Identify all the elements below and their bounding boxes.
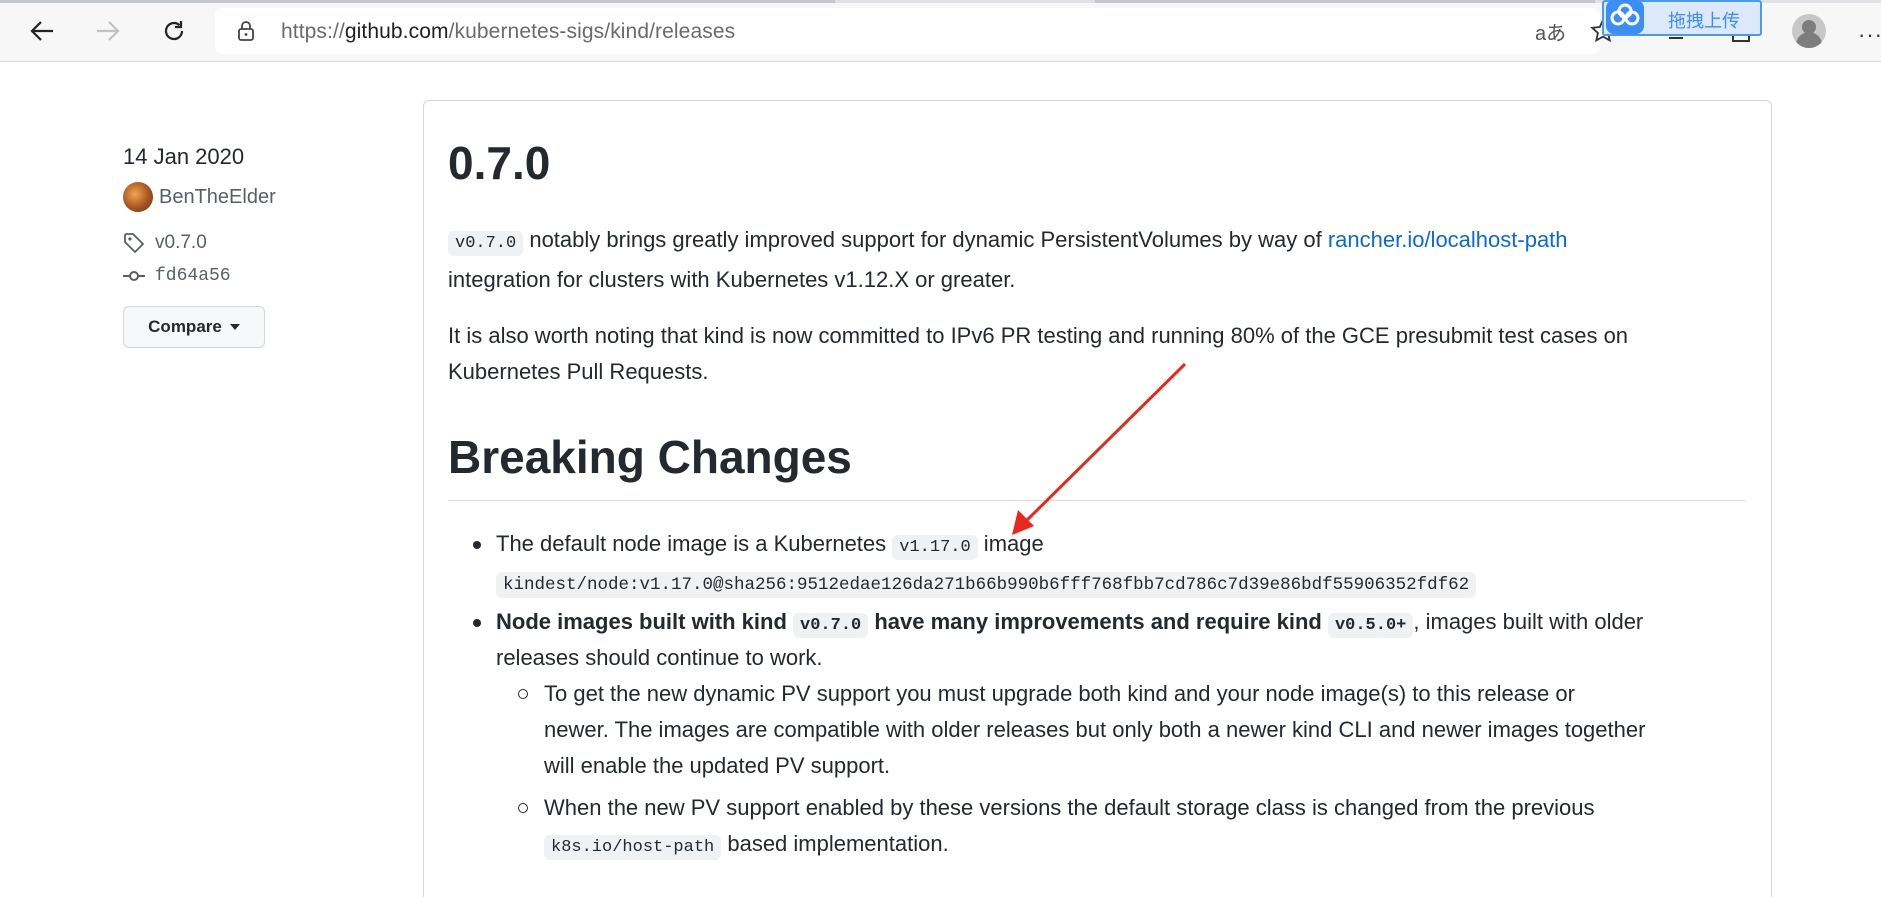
compare-label: Compare (148, 317, 222, 336)
url-text[interactable]: https://github.com/kubernetes-sigs/kind/… (281, 20, 735, 44)
sub-list-item: To get the new dynamic PV support you mu… (544, 681, 1646, 778)
browser-toolbar: https://github.com/kubernetes-sigs/kind/… (0, 0, 1881, 62)
author-name[interactable]: BenTheElder (159, 186, 276, 209)
upload-badge[interactable]: 拖拽上传 (1602, 0, 1762, 36)
list-item: Node images built with kind v0.7.0 have … (496, 604, 1643, 644)
list-item-continuation: releases should continue to work. (496, 645, 823, 670)
inline-code: v0.7.0 (448, 231, 524, 256)
breaking-changes-heading: Breaking Changes (448, 431, 852, 483)
upload-badge-label: 拖拽上传 (1668, 11, 1740, 31)
heading-divider (448, 500, 1746, 501)
release-author[interactable]: BenTheElder (123, 182, 276, 212)
release-commit[interactable]: fd64a56 (123, 266, 231, 286)
tab-indicator[interactable] (1095, 0, 1595, 3)
localhost-path-link[interactable]: rancher.io/localhost-path (1328, 227, 1568, 252)
refresh-icon (164, 21, 184, 41)
compare-button[interactable]: Compare (123, 306, 265, 348)
inline-code: kindest/node:v1.17.0@sha256:9512edae126d… (496, 572, 1477, 598)
refresh-button[interactable] (154, 12, 194, 50)
release-tag[interactable]: v0.7.0 (123, 232, 207, 254)
commit-sha[interactable]: fd64a56 (155, 266, 231, 286)
sub-list-bullet (518, 689, 528, 699)
baidu-cloud-icon (1606, 0, 1644, 34)
address-bar[interactable]: https://github.com/kubernetes-sigs/kind/… (215, 8, 1600, 54)
list-bullet (473, 619, 481, 627)
release-title[interactable]: 0.7.0 (448, 136, 550, 190)
tag-label[interactable]: v0.7.0 (155, 232, 207, 254)
inline-code: v0.5.0+ (1327, 613, 1414, 638)
inline-code: k8s.io/host-path (544, 835, 722, 860)
more-menu-icon[interactable]: ··· (1858, 22, 1881, 48)
read-aloud-icon[interactable]: aあ (1535, 18, 1566, 45)
commit-icon (123, 271, 145, 281)
lock-icon[interactable] (237, 20, 255, 42)
tab-indicator[interactable] (0, 0, 835, 3)
release-intro: v0.7.0 notably brings greatly improved s… (448, 227, 1568, 292)
release-date: 14 Jan 2020 (123, 144, 245, 169)
tag-icon (124, 233, 145, 254)
profile-avatar[interactable] (1792, 14, 1826, 48)
forward-arrow-icon (97, 21, 120, 41)
author-avatar[interactable] (123, 182, 153, 212)
list-bullet (473, 541, 481, 549)
inline-code: v0.7.0 (793, 613, 869, 638)
sub-list-bullet (518, 803, 528, 813)
list-item: The default node image is a Kubernetes v… (496, 526, 1044, 566)
tab-strip (0, 0, 1881, 3)
ipv6-note: It is also worth noting that kind is now… (448, 323, 1629, 384)
inline-code: v1.17.0 (892, 535, 978, 560)
back-button[interactable] (22, 12, 62, 50)
forward-button[interactable] (88, 12, 128, 50)
node-image-ref: kindest/node:v1.17.0@sha256:9512edae126d… (496, 564, 1477, 603)
sub-list-item: When the new PV support enabled by these… (544, 790, 1595, 866)
back-arrow-icon (30, 21, 53, 41)
caret-down-icon (229, 324, 240, 330)
